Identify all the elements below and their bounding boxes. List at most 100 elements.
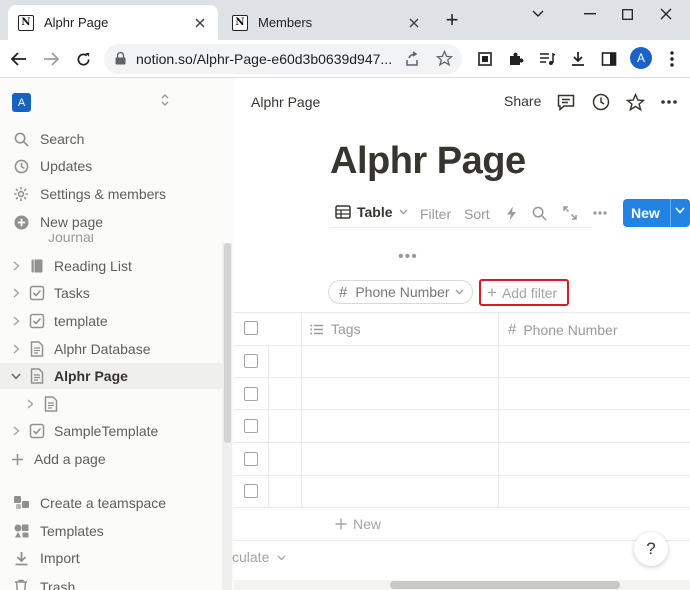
sidebar-item-tasks[interactable]: Tasks: [0, 280, 222, 306]
chevron-right-icon[interactable]: [10, 426, 22, 436]
automation-bolt-icon[interactable]: [501, 203, 521, 223]
filter-chip-label: Phone Number: [355, 284, 450, 300]
sidebar-settings[interactable]: Settings & members: [0, 181, 222, 207]
sidebar-item-label: template: [54, 313, 108, 329]
row-checkbox[interactable]: [244, 452, 258, 466]
gear-icon: [12, 185, 30, 203]
view-more-options-icon[interactable]: [590, 203, 610, 223]
sidebar-trash[interactable]: Trash: [0, 573, 222, 590]
browser-menu-icon[interactable]: [661, 48, 683, 70]
history-clock-icon[interactable]: [590, 91, 612, 113]
sidebar-import[interactable]: Import: [0, 545, 222, 571]
chevron-right-icon[interactable]: [10, 288, 22, 298]
horizontal-scrollbar-thumb[interactable]: [390, 581, 620, 589]
sidebar-item-alphr-page[interactable]: Alphr Page: [0, 363, 222, 389]
select-all-checkbox[interactable]: [244, 321, 258, 335]
sidebar-item-template[interactable]: template: [0, 308, 222, 334]
screenshot-extension-icon[interactable]: [474, 48, 496, 70]
back-arrow-icon[interactable]: [8, 48, 30, 70]
profile-avatar[interactable]: A: [630, 47, 652, 69]
browser-tab-members[interactable]: N Members: [222, 5, 432, 40]
chevron-down-icon[interactable]: [10, 373, 22, 380]
table-add-row-divider: [234, 540, 690, 541]
column-header-phone-number[interactable]: # Phone Number: [508, 321, 618, 338]
sidebar-item-alphr-database[interactable]: Alphr Database: [0, 336, 222, 362]
reload-icon[interactable]: [72, 48, 94, 70]
sidebar-item-partial[interactable]: Journal: [48, 234, 108, 242]
sidebar-search[interactable]: Search: [0, 126, 222, 152]
sidebar-templates-label: Templates: [40, 523, 104, 539]
tab-search-chevron-icon[interactable]: [528, 4, 548, 24]
row-checkbox[interactable]: [244, 387, 258, 401]
phone-number-filter-chip[interactable]: # Phone Number: [328, 280, 473, 304]
side-panel-icon[interactable]: [598, 48, 620, 70]
row-checkbox[interactable]: [244, 354, 258, 368]
address-bar[interactable]: notion.so/Alphr-Page-e60d3b0639d947...: [104, 44, 462, 74]
help-button[interactable]: ?: [634, 532, 668, 566]
share-button[interactable]: Share: [504, 93, 541, 109]
sidebar-item-label: SampleTemplate: [54, 423, 159, 439]
new-entry-button[interactable]: New: [623, 199, 690, 227]
expand-icon[interactable]: [560, 203, 580, 223]
sidebar-add-page[interactable]: Add a page: [0, 446, 222, 472]
page-icon: [42, 395, 60, 413]
close-tab-icon[interactable]: [190, 13, 210, 33]
filter-bar-more-dots[interactable]: •••: [398, 248, 418, 266]
page-title[interactable]: Alphr Page: [330, 140, 526, 183]
breadcrumb[interactable]: Alphr Page: [251, 94, 320, 110]
filter-button[interactable]: Filter: [420, 206, 451, 222]
chevron-right-icon[interactable]: [10, 261, 22, 271]
sidebar-item-reading-list[interactable]: Reading List: [0, 253, 222, 279]
comment-icon[interactable]: [555, 91, 577, 113]
table-row-divider: [234, 377, 690, 378]
row-checkbox[interactable]: [244, 484, 258, 498]
checkbox-icon: [28, 312, 46, 330]
sidebar-item-untitled-child[interactable]: [0, 391, 222, 417]
table-column-divider: [268, 345, 269, 507]
chevron-right-icon[interactable]: [24, 399, 36, 409]
chevron-down-icon: [277, 555, 286, 561]
sort-button[interactable]: Sort: [464, 206, 490, 222]
row-checkbox[interactable]: [244, 419, 258, 433]
trash-icon: [12, 577, 30, 590]
chevron-down-icon[interactable]: [675, 207, 685, 214]
workspace-switcher-icon[interactable]: [160, 93, 176, 113]
browser-tab-alphr-page[interactable]: N Alphr Page: [8, 5, 218, 40]
chevron-right-icon[interactable]: [10, 344, 22, 354]
hash-icon: #: [339, 283, 348, 301]
sidebar-templates[interactable]: Templates: [0, 518, 222, 544]
sidebar-item-label: Alphr Database: [54, 341, 151, 357]
add-row-button[interactable]: New: [335, 516, 381, 532]
checkbox-icon: [28, 284, 46, 302]
sidebar-updates[interactable]: Updates: [0, 153, 222, 179]
new-tab-button[interactable]: +: [440, 9, 464, 32]
share-page-icon[interactable]: [404, 51, 420, 67]
calculate-dropdown[interactable]: culate: [232, 549, 286, 565]
notion-favicon-icon: N: [232, 14, 248, 31]
minimize-window-icon[interactable]: [580, 4, 600, 24]
media-playlist-icon[interactable]: [536, 48, 558, 70]
extensions-puzzle-icon[interactable]: [505, 48, 527, 70]
maximize-window-icon[interactable]: [617, 4, 637, 24]
bookmark-star-icon[interactable]: [436, 50, 453, 67]
workspace-avatar[interactable]: A: [12, 93, 31, 112]
sidebar-scrollbar-thumb[interactable]: [224, 243, 231, 443]
database-view-bar: Table Filter Sort: [330, 198, 592, 228]
more-options-icon[interactable]: [658, 91, 680, 113]
download-icon[interactable]: [567, 48, 589, 70]
forward-arrow-icon[interactable]: [40, 48, 62, 70]
close-tab-icon[interactable]: [404, 13, 424, 33]
table-view-tab[interactable]: Table: [335, 204, 408, 220]
chevron-down-icon: [399, 209, 408, 215]
table-row-divider: [234, 409, 690, 410]
sidebar-item-sampletemplate[interactable]: SampleTemplate: [0, 418, 222, 444]
chevron-right-icon[interactable]: [10, 316, 22, 326]
close-window-icon[interactable]: [656, 4, 676, 24]
column-header-tags[interactable]: Tags: [310, 321, 361, 337]
sidebar-new-page[interactable]: New page: [0, 209, 222, 235]
sidebar-create-teamspace[interactable]: Create a teamspace: [0, 490, 222, 516]
add-filter-button[interactable]: + Add filter: [479, 279, 569, 306]
table-column-divider: [301, 312, 302, 507]
search-icon[interactable]: [529, 203, 549, 223]
favorite-star-icon[interactable]: [624, 91, 646, 113]
